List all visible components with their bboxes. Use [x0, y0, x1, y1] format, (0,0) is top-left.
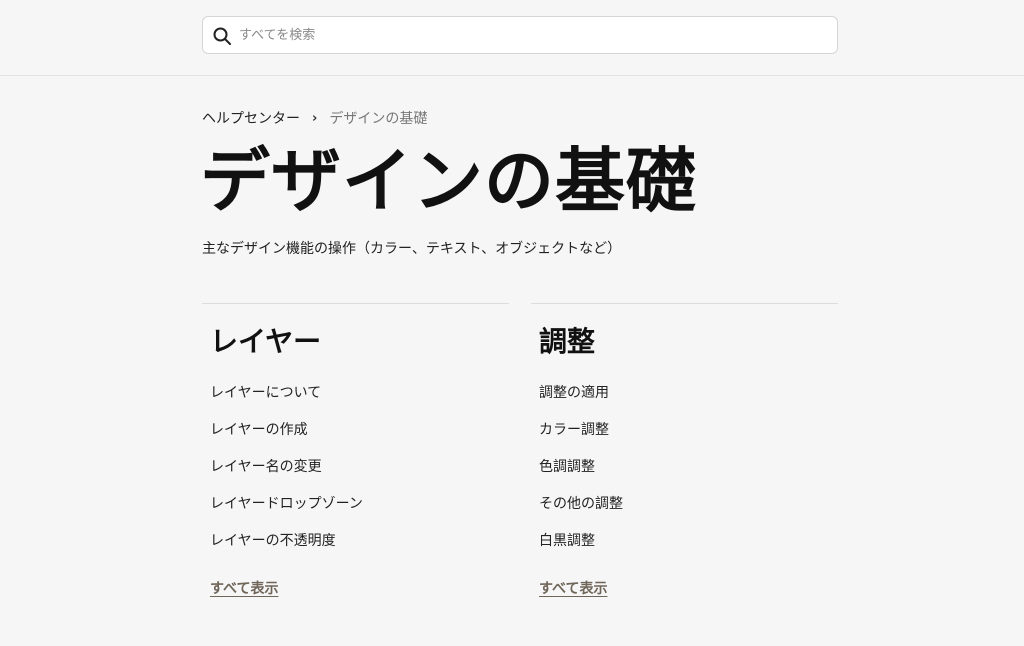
article-link[interactable]: カラー調整 [539, 419, 623, 456]
article-link[interactable]: レイヤーの作成 [210, 419, 363, 456]
breadcrumb-separator-icon: › [312, 110, 318, 126]
article-link[interactable]: 調整の適用 [539, 382, 623, 419]
article-link[interactable]: 色調調整 [539, 456, 623, 493]
article-link[interactable]: レイヤーの不透明度 [210, 530, 363, 567]
see-all-link[interactable]: すべて表示 [210, 578, 278, 598]
see-all-link[interactable]: すべて表示 [539, 578, 607, 598]
article-list: レイヤーについて レイヤーの作成 レイヤー名の変更 レイヤードロップゾーン レイ… [210, 382, 363, 567]
section-heading: レイヤー [210, 325, 322, 358]
section-layers: レイヤー レイヤーについて レイヤーの作成 レイヤー名の変更 レイヤードロップゾ… [202, 303, 509, 597]
breadcrumb-home-link[interactable]: ヘルプセンター [202, 108, 300, 128]
article-link[interactable]: レイヤーについて [210, 382, 363, 419]
breadcrumb: ヘルプセンター › デザインの基礎 [202, 108, 427, 128]
search-icon [213, 27, 231, 45]
page-subtitle: 主なデザイン機能の操作（カラー、テキスト、オブジェクトなど） [202, 241, 622, 257]
breadcrumb-current: デザインの基礎 [329, 111, 428, 127]
section-heading: 調整 [539, 325, 596, 358]
article-list: 調整の適用 カラー調整 色調調整 その他の調整 白黒調整 [539, 382, 623, 567]
article-link[interactable]: レイヤードロップゾーン [210, 493, 363, 530]
search-input[interactable] [239, 17, 819, 53]
top-bar [0, 0, 1024, 76]
page-title: デザインの基礎 [200, 140, 697, 222]
section-adjustments: 調整 調整の適用 カラー調整 色調調整 その他の調整 白黒調整 すべて表示 [531, 303, 838, 597]
article-link[interactable]: その他の調整 [539, 493, 623, 530]
search-box[interactable] [202, 16, 838, 54]
article-link[interactable]: 白黒調整 [539, 530, 623, 567]
article-link[interactable]: レイヤー名の変更 [210, 456, 363, 493]
